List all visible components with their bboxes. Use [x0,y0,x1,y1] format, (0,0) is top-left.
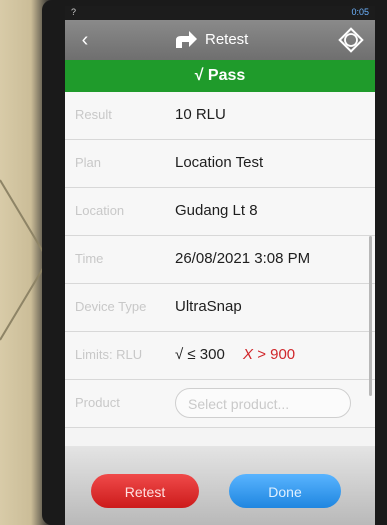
field-label: Time [75,251,104,266]
field-value: UltraSnap [175,298,242,315]
field-row-result: Result 10 RLU [65,92,375,140]
field-label: Location [75,203,125,218]
scrollbar[interactable] [369,236,372,396]
field-value: 10 RLU [175,106,226,123]
status-left: ? [71,7,77,17]
chevron-left-icon: ‹ [81,29,89,51]
field-row-time: Time 26/08/2021 3:08 PM [65,236,375,284]
fail-x-icon: X [243,346,254,363]
field-row-product: Product Select product... [65,380,375,428]
retest-button[interactable]: Retest [91,474,199,508]
field-row-plan: Plan Location Test [65,140,375,188]
limit-fail-group: X > 900 [243,346,295,363]
field-label: Plan [75,155,102,170]
field-label: Result [75,107,112,122]
field-row-device-type: Device Type UltraSnap [65,284,375,332]
app-header: ‹ Retest [65,20,375,60]
detail-list: Result 10 RLU Plan Location Test Locatio… [65,92,375,428]
footer-bar: Retest Done [65,446,375,525]
field-label: Device Type [75,299,147,314]
field-row-location: Location Gudang Lt 8 [65,188,375,236]
status-bar: ? 0:05 [65,6,375,20]
limit-fail-value: > 900 [257,346,296,363]
limits-values: √ ≤ 300 X > 900 [175,346,295,363]
product-label: Product [75,395,120,410]
pass-banner: √ Pass [65,60,375,92]
field-value: Location Test [175,154,264,171]
limit-pass-value: √ ≤ 300 [175,346,225,363]
limits-label: Limits: RLU [75,347,143,362]
status-right: 0:05 [351,7,369,17]
product-select[interactable]: Select product... [175,388,351,418]
field-value: 26/08/2021 3:08 PM [175,250,311,267]
back-button[interactable]: ‹ [73,28,97,52]
done-button[interactable]: Done [229,474,341,508]
header-title: Retest [205,31,249,48]
retest-arrow-icon [176,31,197,48]
device-frame: ? 0:05 ‹ Retest √ Pass Result 10 RLU Pla… [42,0,387,525]
sync-icon[interactable] [337,26,365,54]
field-row-limits: Limits: RLU √ ≤ 300 X > 900 [65,332,375,380]
field-value: Gudang Lt 8 [175,202,258,219]
device-screen: ? 0:05 ‹ Retest √ Pass Result 10 RLU Pla… [65,6,375,525]
